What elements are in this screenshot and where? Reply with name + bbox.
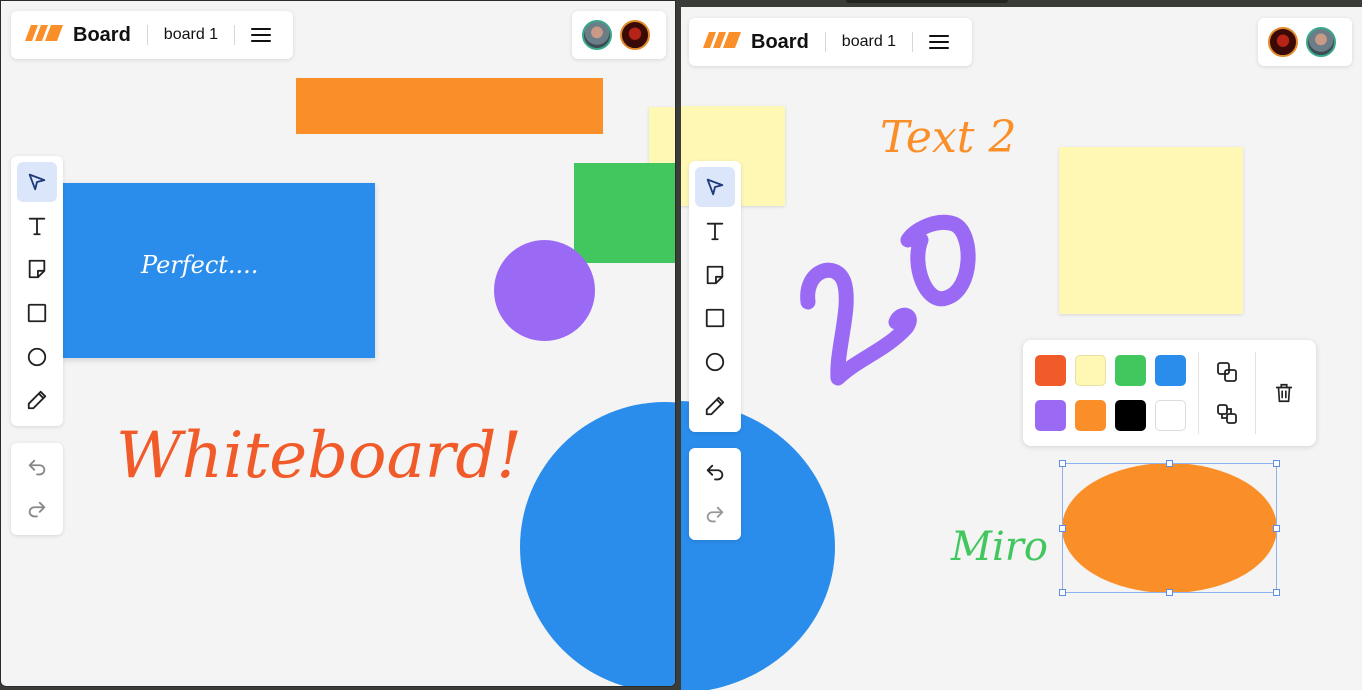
sticky-note-tool-button[interactable] xyxy=(17,249,57,289)
header-divider xyxy=(234,25,236,45)
blue-circle[interactable] xyxy=(681,401,835,690)
resize-handle[interactable] xyxy=(1166,460,1173,467)
select-tool-icon xyxy=(28,173,46,191)
resize-handle[interactable] xyxy=(1273,460,1280,467)
swatch-green[interactable] xyxy=(1115,355,1146,386)
select-tool-icon xyxy=(706,178,724,196)
collaborators xyxy=(572,11,666,59)
scribble-text: 20 xyxy=(796,210,798,211)
palette-divider xyxy=(1198,352,1199,434)
send-backward-button[interactable] xyxy=(1212,399,1242,429)
sticky-note-tool-icon xyxy=(28,260,46,279)
avatar[interactable] xyxy=(1268,27,1298,57)
trash-icon xyxy=(1275,383,1293,403)
redo-button[interactable] xyxy=(17,491,57,529)
undo-button[interactable] xyxy=(695,454,735,492)
sticky-note[interactable] xyxy=(1059,147,1243,314)
whiteboard-text[interactable]: Whiteboard! xyxy=(116,419,522,493)
swatch-purple[interactable] xyxy=(1035,400,1066,431)
redo-icon xyxy=(706,506,724,523)
window-top-strip xyxy=(681,0,1362,7)
purple-circle[interactable] xyxy=(494,240,595,341)
rectangle-tool-icon xyxy=(705,309,725,328)
text-2[interactable]: Text 2 xyxy=(880,112,1016,163)
logo-icon xyxy=(25,24,65,46)
logo[interactable]: Board xyxy=(25,24,131,47)
avatar[interactable] xyxy=(582,20,612,50)
resize-handle[interactable] xyxy=(1059,525,1066,532)
pencil-tool-icon xyxy=(27,391,47,410)
header-divider xyxy=(824,32,826,52)
history-toolbar xyxy=(11,443,63,535)
collaborators xyxy=(1258,18,1352,66)
board-name[interactable]: board 1 xyxy=(842,33,896,51)
circle-tool-button[interactable] xyxy=(17,337,57,377)
orange-rectangle[interactable] xyxy=(296,78,603,134)
app-title: Board xyxy=(751,30,809,53)
undo-button[interactable] xyxy=(17,449,57,487)
menu-icon[interactable] xyxy=(251,26,272,44)
swatch-black[interactable] xyxy=(1115,400,1146,431)
selection-box xyxy=(1059,460,1280,596)
blue-rectangle[interactable]: Perfect.... xyxy=(61,183,375,358)
undo-icon xyxy=(706,464,724,481)
circle-tool-icon xyxy=(705,353,725,372)
header-divider xyxy=(912,32,914,52)
menu-icon[interactable] xyxy=(929,33,950,51)
select-tool-button[interactable] xyxy=(695,167,735,207)
delete-button[interactable] xyxy=(1269,378,1299,408)
miro-text[interactable]: Miro xyxy=(951,524,1048,570)
resize-handle[interactable] xyxy=(1059,589,1066,596)
undo-icon xyxy=(28,459,46,476)
bring-forward-icon xyxy=(1217,362,1237,382)
swatch-yellow[interactable] xyxy=(1075,355,1106,386)
text-tool-icon xyxy=(28,217,46,235)
swatch-orange[interactable] xyxy=(1075,400,1106,431)
board-header: Board board 1 xyxy=(689,18,972,66)
history-toolbar xyxy=(689,448,741,540)
swatch-white[interactable] xyxy=(1155,400,1186,431)
purple-scribble[interactable]: 20 xyxy=(796,210,986,395)
circle-tool-icon xyxy=(27,347,47,366)
resize-handle[interactable] xyxy=(1273,525,1280,532)
send-backward-icon xyxy=(1217,404,1237,424)
blue-rectangle-text[interactable]: Perfect.... xyxy=(141,251,258,279)
text-tool-button[interactable] xyxy=(17,206,57,246)
app-title: Board xyxy=(73,23,131,46)
board-name[interactable]: board 1 xyxy=(164,26,218,44)
avatar[interactable] xyxy=(1306,27,1336,57)
bring-forward-button[interactable] xyxy=(1212,357,1242,387)
redo-icon xyxy=(28,501,46,518)
sticky-note-tool-icon xyxy=(706,265,724,284)
circle-tool-button[interactable] xyxy=(695,342,735,382)
blue-circle[interactable] xyxy=(520,402,675,686)
text-tool-button[interactable] xyxy=(695,211,735,251)
color-palette xyxy=(1023,340,1316,446)
avatar[interactable] xyxy=(620,20,650,50)
logo[interactable]: Board xyxy=(703,31,809,54)
redo-button[interactable] xyxy=(695,496,735,534)
resize-handle[interactable] xyxy=(1059,460,1066,467)
select-tool-button[interactable] xyxy=(17,162,57,202)
resize-handle[interactable] xyxy=(1166,589,1173,596)
rectangle-tool-button[interactable] xyxy=(695,298,735,338)
logo-icon xyxy=(703,31,743,53)
rectangle-tool-icon xyxy=(27,303,47,323)
pencil-tool-icon xyxy=(705,396,725,416)
swatch-red[interactable] xyxy=(1035,355,1066,386)
tools-toolbar xyxy=(11,156,63,426)
resize-handle[interactable] xyxy=(1273,589,1280,596)
pencil-tool-button[interactable] xyxy=(695,386,735,426)
swatch-blue[interactable] xyxy=(1155,355,1186,386)
sticky-note-tool-button[interactable] xyxy=(695,255,735,295)
board-header: Board board 1 xyxy=(11,11,293,59)
green-rectangle[interactable] xyxy=(574,163,675,263)
pencil-tool-button[interactable] xyxy=(17,380,57,420)
left-board-window: Perfect.... Whiteboard! Board board 1 xyxy=(0,0,676,687)
rectangle-tool-button[interactable] xyxy=(17,293,57,333)
text-tool-icon xyxy=(706,222,724,240)
header-divider xyxy=(146,25,148,45)
palette-divider xyxy=(1255,352,1256,434)
tools-toolbar xyxy=(689,161,741,432)
